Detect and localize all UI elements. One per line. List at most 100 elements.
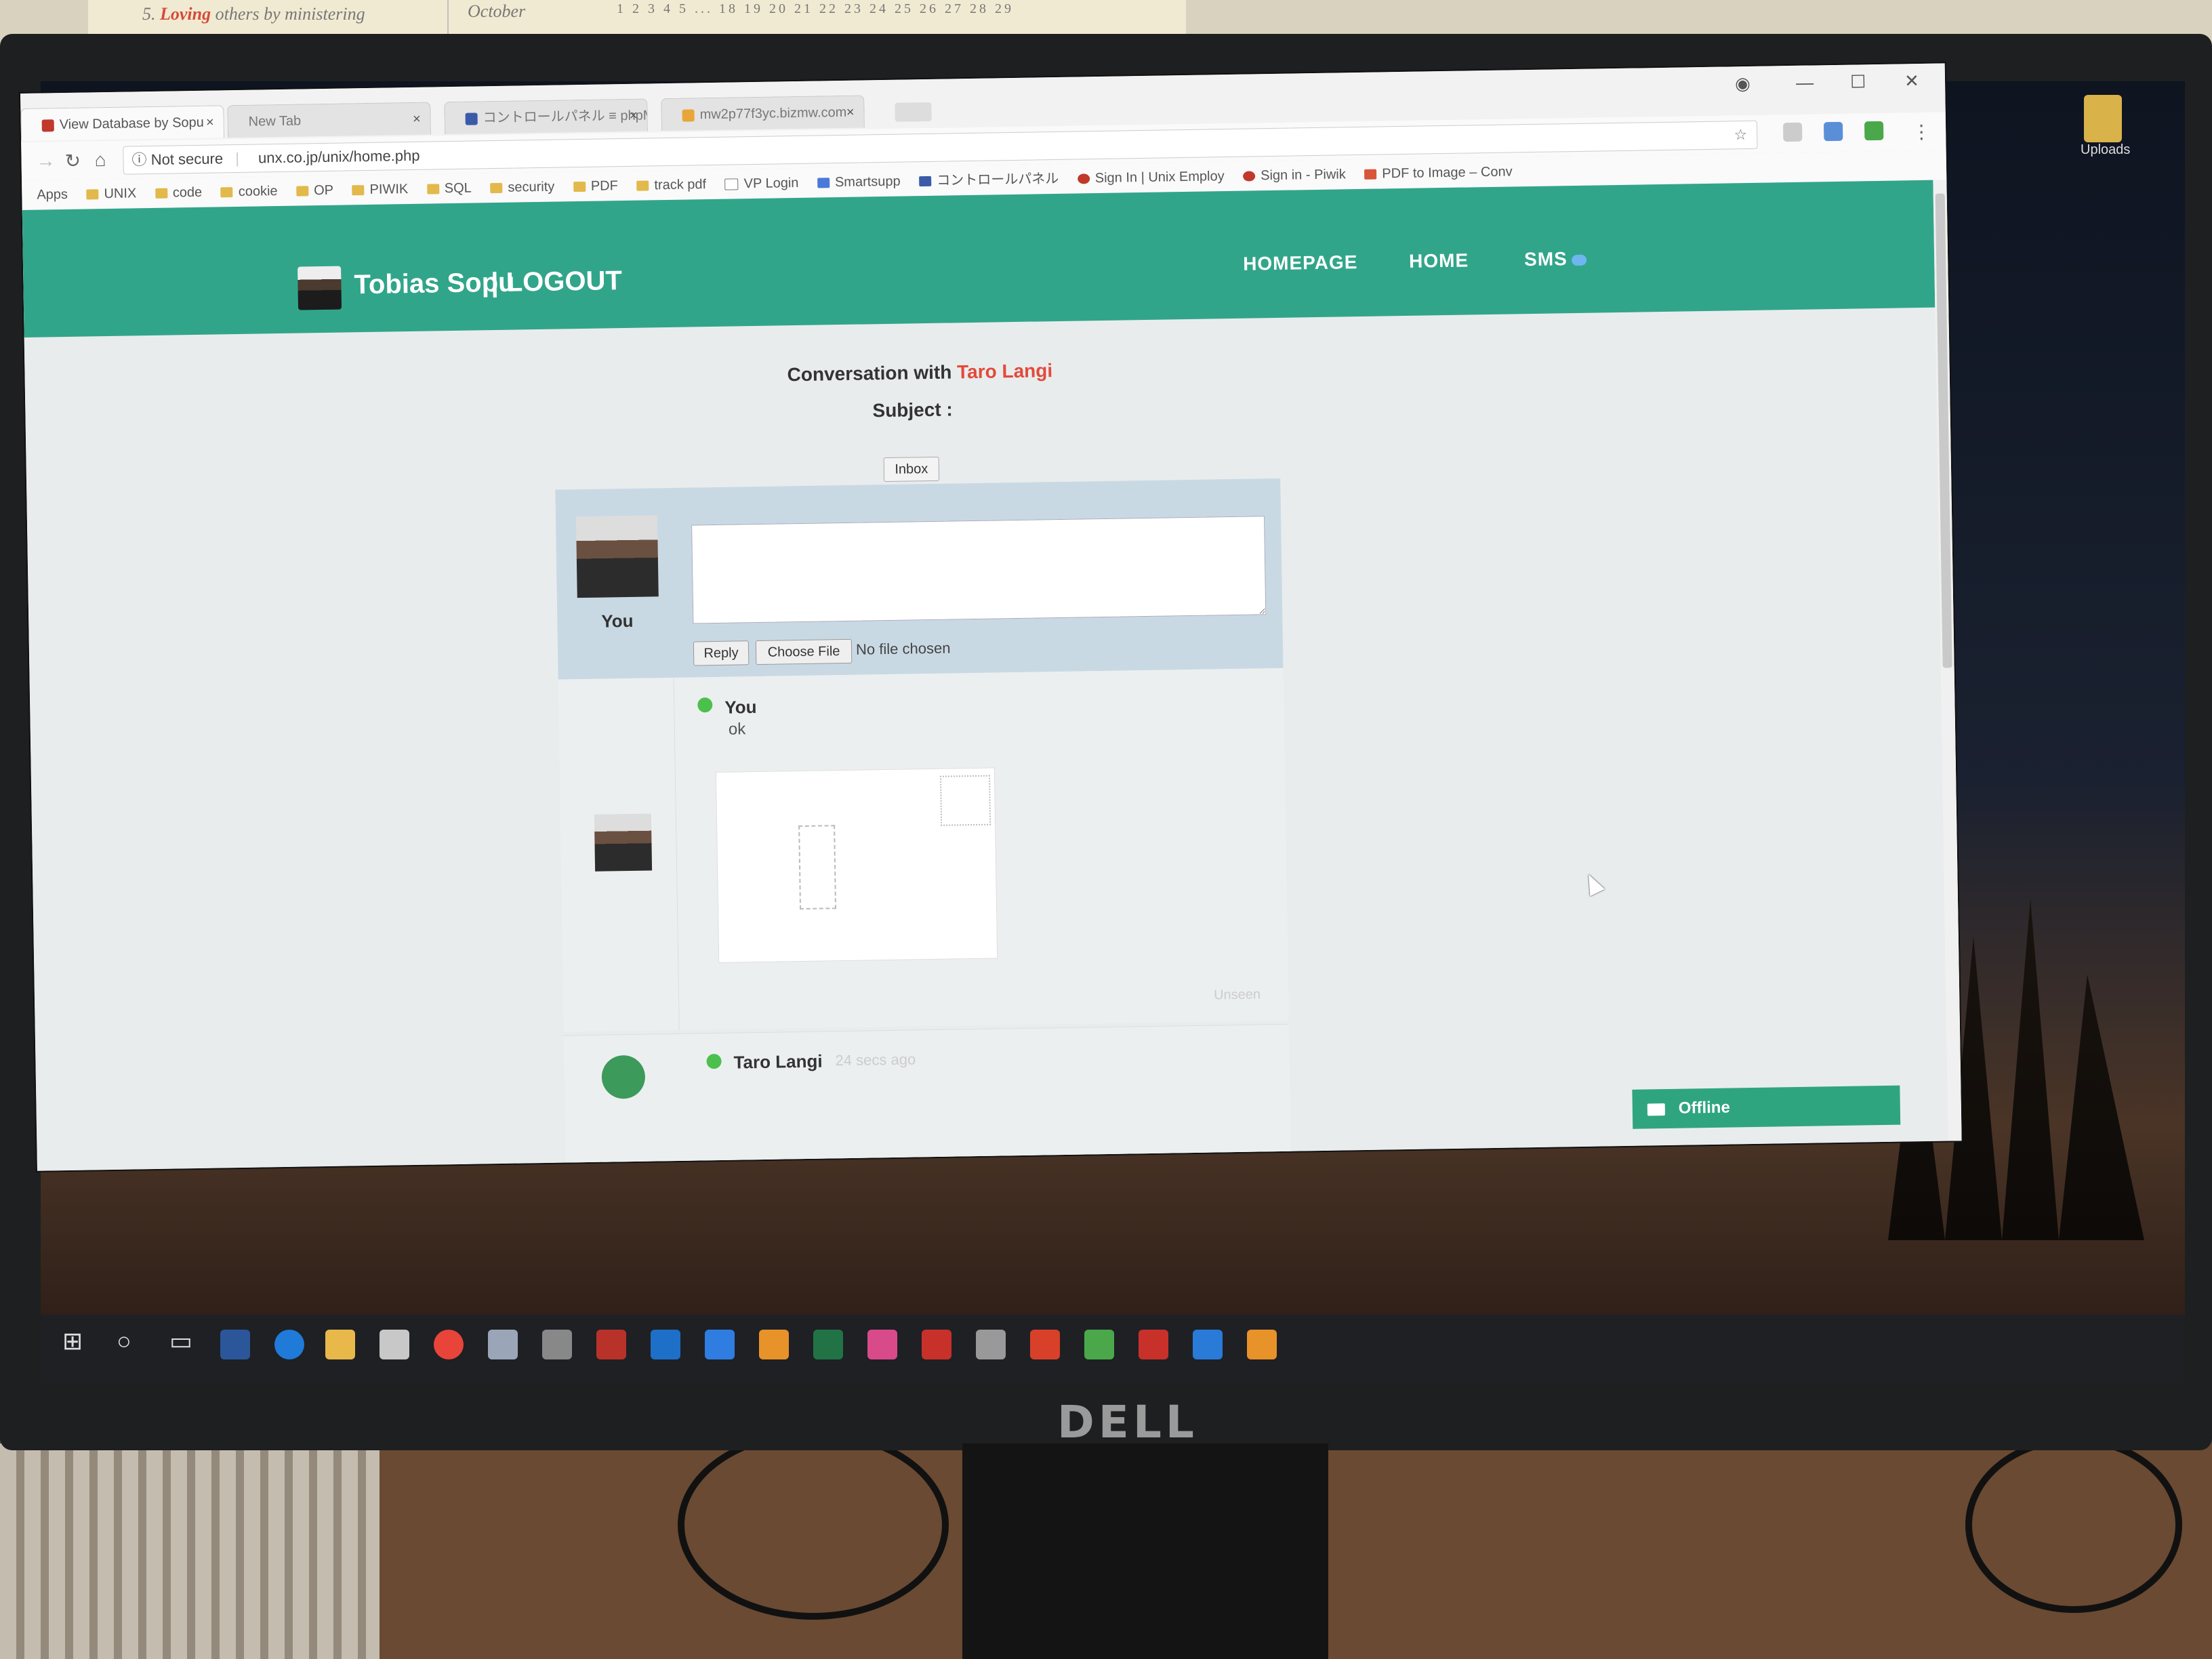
online-status-icon xyxy=(697,697,713,713)
info-icon[interactable]: ⓘ xyxy=(131,151,146,168)
bookmark-label: PDF to Image – Conv xyxy=(1382,164,1513,182)
app-icon[interactable] xyxy=(976,1330,1006,1359)
bookmark-sign-in-unix[interactable]: Sign In | Unix Employ xyxy=(1077,161,1225,193)
tab-bizmw[interactable]: mw2p77f3yc.bizmw.com × xyxy=(661,95,865,131)
mouse-cursor-icon xyxy=(1581,870,1605,897)
nav-home[interactable]: HOME xyxy=(1409,249,1469,272)
close-window-icon[interactable]: ✕ xyxy=(1904,70,1919,91)
bookmark-vp-login[interactable]: VP Login xyxy=(724,168,799,199)
menu-kebab-icon[interactable]: ⋮ xyxy=(1912,121,1931,143)
conversation-title: Conversation with Taro Langi xyxy=(787,360,1052,386)
acrobat-icon[interactable] xyxy=(922,1330,951,1359)
message-body: ok xyxy=(728,720,746,739)
site-favicon-icon xyxy=(682,109,695,122)
bookmark-code[interactable]: code xyxy=(155,178,203,208)
extension-icon[interactable] xyxy=(1864,121,1884,141)
excel-icon[interactable] xyxy=(813,1330,843,1359)
tab-new-tab[interactable]: New Tab × xyxy=(227,102,432,138)
reload-icon[interactable]: ↻ xyxy=(64,150,81,172)
chrome-icon[interactable] xyxy=(434,1330,464,1359)
bookmark-star-icon[interactable]: ☆ xyxy=(1734,121,1747,148)
bookmark-pdf[interactable]: PDF xyxy=(573,171,619,201)
app-icon[interactable] xyxy=(596,1330,626,1359)
forward-arrow-icon[interactable]: → xyxy=(36,150,55,171)
edge-icon[interactable] xyxy=(274,1330,304,1359)
bookmark-label: cookie xyxy=(238,184,278,199)
conversation-partner-name[interactable]: Taro Langi xyxy=(957,360,1053,382)
filezilla-icon[interactable] xyxy=(1139,1330,1168,1359)
bookmark-sign-in-piwik[interactable]: Sign in - Piwik xyxy=(1243,159,1346,190)
folder-icon xyxy=(636,180,649,191)
close-tab-icon[interactable]: × xyxy=(846,96,855,129)
url-text: unx.co.jp/unix/home.php xyxy=(258,146,420,167)
windows-taskbar: ⊞ ○ ▭ xyxy=(41,1315,2185,1382)
bookmark-piwik[interactable]: PIWIK xyxy=(352,174,408,205)
maximize-icon[interactable]: ☐ xyxy=(1850,71,1866,92)
chat-widget-offline[interactable]: Offline xyxy=(1632,1085,1901,1129)
tab-label: コントロールパネル ≡ phpM xyxy=(483,108,648,126)
bookmark-apps[interactable]: Apps xyxy=(37,180,68,210)
bookmark-smartsupp[interactable]: Smartsupp xyxy=(817,167,901,198)
bookmark-label: コントロールパネル xyxy=(937,171,1059,188)
bookmark-pdf-to-image[interactable]: PDF to Image – Conv xyxy=(1364,157,1513,188)
sender-photo xyxy=(601,1054,646,1099)
bookmark-unix[interactable]: UNIX xyxy=(86,178,136,209)
app-icon[interactable] xyxy=(488,1330,518,1359)
message-divider xyxy=(673,677,680,1030)
document-preview-graphic xyxy=(798,825,837,910)
folder-icon xyxy=(2084,95,2122,142)
tab-view-database[interactable]: View Database by Sopu × xyxy=(20,105,225,141)
vscode-icon[interactable] xyxy=(1193,1330,1223,1359)
task-view-icon[interactable]: ▭ xyxy=(169,1327,192,1355)
nav-homepage[interactable]: HOMEPAGE xyxy=(1243,251,1358,275)
bookmark-cookie[interactable]: cookie xyxy=(220,176,278,207)
folder-icon xyxy=(352,185,365,196)
reply-button[interactable]: Reply xyxy=(693,640,750,666)
close-tab-icon[interactable]: × xyxy=(206,106,214,139)
tab-control-panel[interactable]: コントロールパネル ≡ phpM × xyxy=(444,98,648,135)
attachment-thumbnail[interactable] xyxy=(715,767,998,963)
windows-start-icon[interactable]: ⊞ xyxy=(62,1327,83,1355)
app-icon[interactable] xyxy=(542,1330,572,1359)
reply-textarea[interactable] xyxy=(691,516,1267,624)
close-tab-icon[interactable]: × xyxy=(413,103,421,136)
settings-gear-icon[interactable] xyxy=(759,1330,789,1359)
choose-file-button[interactable]: Choose File xyxy=(755,638,853,665)
site-favicon-icon xyxy=(41,119,54,132)
app-icon[interactable] xyxy=(1084,1330,1114,1359)
file-explorer-icon[interactable] xyxy=(325,1330,355,1359)
bookmark-op[interactable]: OP xyxy=(296,176,334,206)
document-preview-graphic xyxy=(939,775,991,826)
search-icon[interactable]: ○ xyxy=(117,1327,131,1355)
new-tab-button[interactable] xyxy=(895,102,932,122)
app-icon[interactable] xyxy=(867,1330,897,1359)
basket xyxy=(0,1443,380,1659)
home-icon[interactable]: ⌂ xyxy=(94,149,106,171)
store-icon[interactable] xyxy=(380,1330,409,1359)
bookmark-label: track pdf xyxy=(654,177,707,193)
close-tab-icon[interactable]: × xyxy=(630,100,638,132)
calendar-app-icon[interactable] xyxy=(1030,1330,1060,1359)
minimize-icon[interactable]: — xyxy=(1796,72,1814,93)
inbox-button[interactable]: Inbox xyxy=(883,456,940,483)
folder-icon xyxy=(426,184,439,194)
bookmark-label: UNIX xyxy=(104,186,137,202)
nav-sms[interactable]: SMS xyxy=(1524,248,1586,270)
bookmark-label: Sign in - Piwik xyxy=(1261,167,1346,184)
dropbox-icon[interactable] xyxy=(705,1330,735,1359)
tab-label: mw2p77f3yc.bizmw.com xyxy=(699,104,847,123)
bookmark-label: OP xyxy=(313,182,334,199)
desktop-icon-uploads[interactable]: Uploads xyxy=(2081,95,2130,157)
logout-link[interactable]: | LOGOUT xyxy=(491,266,622,298)
bookmark-track-pdf[interactable]: track pdf xyxy=(636,169,706,201)
extension-icon[interactable] xyxy=(1823,121,1843,142)
extension-icon[interactable] xyxy=(1782,122,1803,142)
word-icon[interactable] xyxy=(220,1330,250,1359)
bookmark-security[interactable]: security xyxy=(490,172,555,203)
outlook-icon[interactable] xyxy=(651,1330,680,1359)
bookmark-control-panel[interactable]: コントロールパネル xyxy=(919,164,1059,196)
settings-gear-icon[interactable] xyxy=(1247,1330,1277,1359)
bookmark-sql[interactable]: SQL xyxy=(426,173,472,204)
bookmark-label: PIWIK xyxy=(369,182,409,197)
profile-icon[interactable]: ◉ xyxy=(1735,73,1750,94)
